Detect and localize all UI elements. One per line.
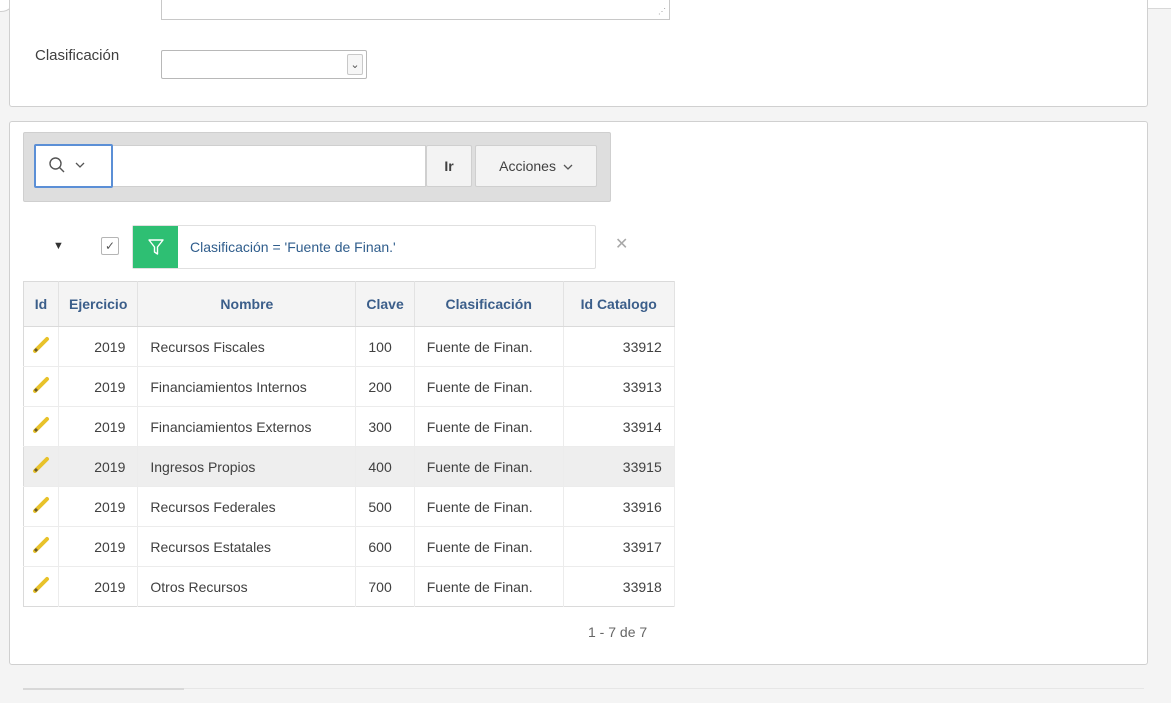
cell-nombre: Financiamientos Externos xyxy=(137,406,357,447)
edit-link[interactable] xyxy=(23,366,59,407)
table-row: 2019 Ingresos Propios 400 Fuente de Fina… xyxy=(23,446,675,487)
edit-link[interactable] xyxy=(23,486,59,527)
filter-text: Clasificación = 'Fuente de Finan.' xyxy=(190,239,396,255)
cell-clasificacion: Fuente de Finan. xyxy=(414,406,564,447)
cell-id-catalogo: 33913 xyxy=(563,366,675,407)
cell-clasificacion: Fuente de Finan. xyxy=(414,366,564,407)
search-column-selector[interactable] xyxy=(34,144,113,188)
column-header-id-catalogo[interactable]: Id Catalogo xyxy=(563,281,675,327)
cell-id-catalogo: 33918 xyxy=(563,566,675,607)
table-header-row: Id Ejercicio Nombre Clave Clasificación … xyxy=(23,281,675,327)
chevron-down-icon[interactable]: ⌄ xyxy=(347,54,363,75)
cell-nombre: Recursos Fiscales xyxy=(137,326,357,367)
cell-clasificacion: Fuente de Finan. xyxy=(414,446,564,487)
go-button[interactable]: Ir xyxy=(426,145,472,187)
divider xyxy=(184,688,1144,689)
report-table: Id Ejercicio Nombre Clave Clasificación … xyxy=(23,281,675,607)
cell-nombre: Financiamientos Internos xyxy=(137,366,357,407)
cell-nombre: Otros Recursos xyxy=(137,566,357,607)
pencil-icon xyxy=(31,575,51,595)
cell-nombre: Recursos Federales xyxy=(137,486,357,527)
cell-ejercicio: 2019 xyxy=(58,446,139,487)
search-form-region: ⋰ Clasificación ⌄ xyxy=(9,0,1148,107)
edit-link[interactable] xyxy=(23,446,59,487)
cell-id-catalogo: 33917 xyxy=(563,526,675,567)
cell-nombre: Ingresos Propios xyxy=(137,446,357,487)
cell-ejercicio: 2019 xyxy=(58,366,139,407)
pencil-icon xyxy=(31,455,51,475)
cell-ejercicio: 2019 xyxy=(58,326,139,367)
search-input[interactable] xyxy=(113,145,426,187)
cell-id-catalogo: 33915 xyxy=(563,446,675,487)
cell-nombre: Recursos Estatales xyxy=(137,526,357,567)
cell-ejercicio: 2019 xyxy=(58,566,139,607)
table-row: 2019 Otros Recursos 700 Fuente de Finan.… xyxy=(23,566,675,607)
column-header-clave[interactable]: Clave xyxy=(355,281,415,327)
clasificacion-select[interactable]: ⌄ xyxy=(161,50,367,79)
pencil-icon xyxy=(31,495,51,515)
pagination-text: 1 - 7 de 7 xyxy=(588,624,648,640)
column-header-ejercicio[interactable]: Ejercicio xyxy=(58,281,139,327)
edit-link[interactable] xyxy=(23,526,59,567)
report-toolbar: Ir Acciones xyxy=(23,132,611,202)
cell-clave: 300 xyxy=(355,406,415,447)
remove-filter-icon[interactable]: ✕ xyxy=(615,234,628,254)
column-header-id[interactable]: Id xyxy=(23,281,59,327)
cell-ejercicio: 2019 xyxy=(58,406,139,447)
cell-clave: 700 xyxy=(355,566,415,607)
collapse-filters-icon[interactable]: ▼ xyxy=(53,240,64,252)
table-row: 2019 Recursos Estatales 600 Fuente de Fi… xyxy=(23,526,675,567)
cell-clave: 600 xyxy=(355,526,415,567)
actions-button[interactable]: Acciones xyxy=(475,145,597,187)
search-icon xyxy=(48,156,71,175)
cell-clasificacion: Fuente de Finan. xyxy=(414,566,564,607)
edit-link[interactable] xyxy=(23,326,59,367)
cell-ejercicio: 2019 xyxy=(58,526,139,567)
interactive-report-region: Ir Acciones ▼ ✓ Clasificación = 'Fuente … xyxy=(9,121,1148,665)
cell-clasificacion: Fuente de Finan. xyxy=(414,526,564,567)
table-row: 2019 Financiamientos Externos 300 Fuente… xyxy=(23,406,675,447)
pencil-icon xyxy=(31,335,51,355)
chevron-down-icon xyxy=(563,162,573,174)
cell-id-catalogo: 33916 xyxy=(563,486,675,527)
cell-clasificacion: Fuente de Finan. xyxy=(414,326,564,367)
filter-icon xyxy=(133,226,178,268)
filter-chip[interactable]: Clasificación = 'Fuente de Finan.' xyxy=(132,225,596,269)
textarea-field[interactable]: ⋰ xyxy=(161,0,670,20)
edit-link[interactable] xyxy=(23,406,59,447)
column-header-nombre[interactable]: Nombre xyxy=(137,281,357,327)
cell-id-catalogo: 33912 xyxy=(563,326,675,367)
pencil-icon xyxy=(31,375,51,395)
filter-enable-checkbox[interactable]: ✓ xyxy=(101,237,119,255)
cell-clave: 100 xyxy=(355,326,415,367)
pencil-icon xyxy=(31,535,51,555)
cell-id-catalogo: 33914 xyxy=(563,406,675,447)
actions-button-label: Acciones xyxy=(499,158,556,174)
cell-ejercicio: 2019 xyxy=(58,486,139,527)
column-header-clasificacion[interactable]: Clasificación xyxy=(414,281,564,327)
cell-clave: 200 xyxy=(355,366,415,407)
clasificacion-label: Clasificación xyxy=(35,47,120,64)
pencil-icon xyxy=(31,415,51,435)
cell-clave: 500 xyxy=(355,486,415,527)
cell-clasificacion: Fuente de Finan. xyxy=(414,486,564,527)
table-row: 2019 Financiamientos Internos 200 Fuente… xyxy=(23,366,675,407)
table-row: 2019 Recursos Federales 500 Fuente de Fi… xyxy=(23,486,675,527)
cell-clave: 400 xyxy=(355,446,415,487)
resize-grip-icon[interactable]: ⋰ xyxy=(658,8,666,16)
chevron-down-icon xyxy=(75,160,85,172)
table-row: 2019 Recursos Fiscales 100 Fuente de Fin… xyxy=(23,326,675,367)
edit-link[interactable] xyxy=(23,566,59,607)
divider xyxy=(23,688,184,690)
